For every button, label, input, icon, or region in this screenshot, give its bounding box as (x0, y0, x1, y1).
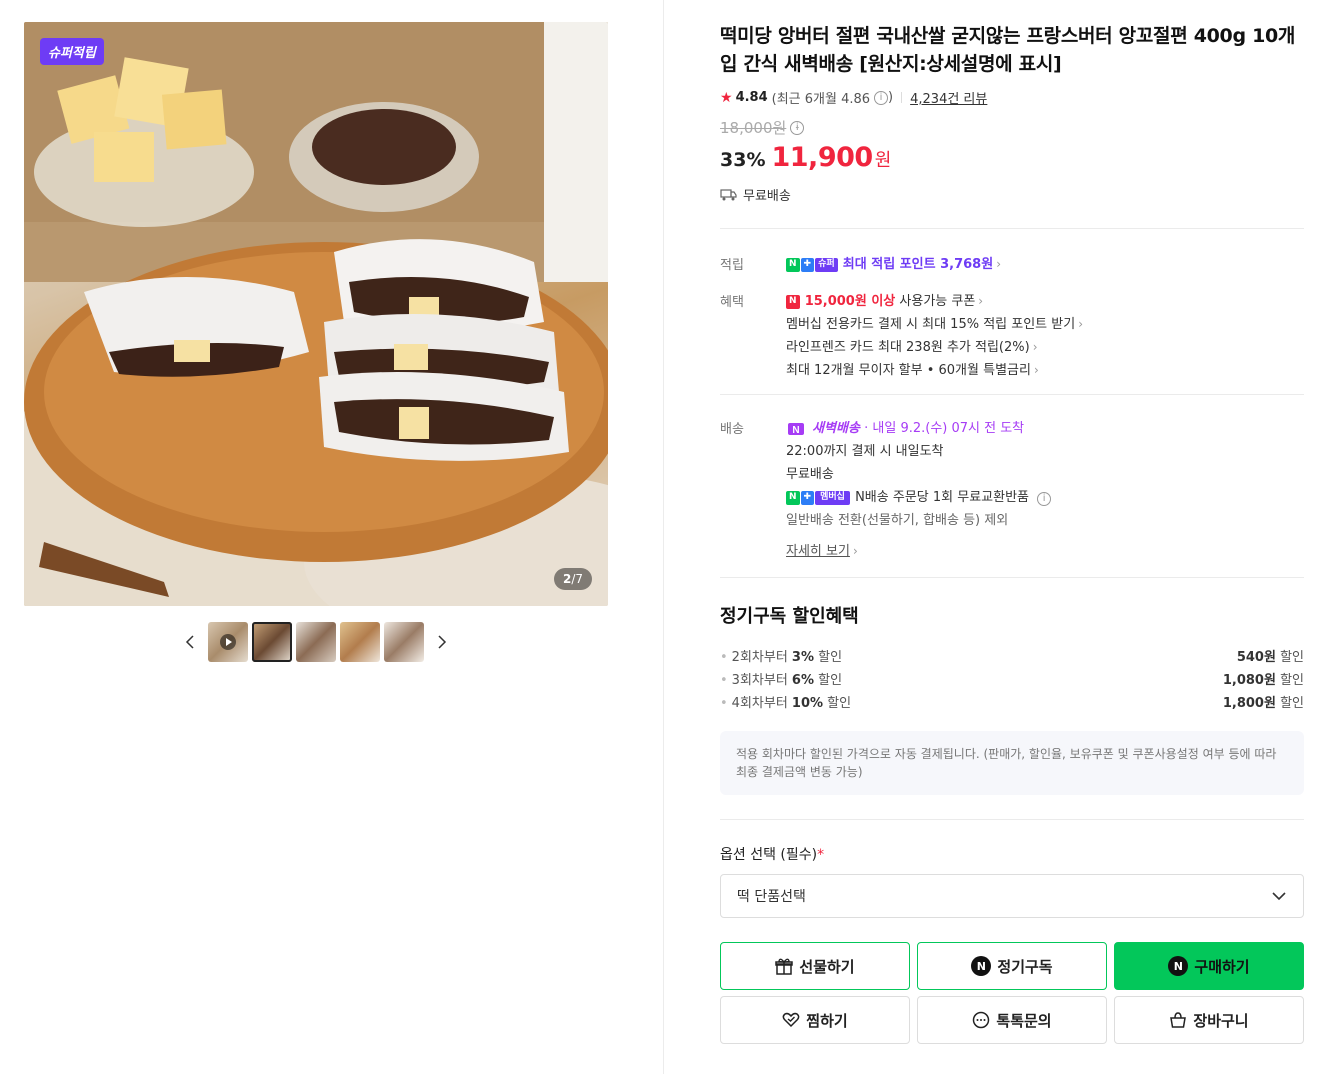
thumbnail-5[interactable] (384, 622, 424, 662)
chevron-left-icon (185, 635, 194, 649)
discount-rate: 33% (720, 149, 766, 171)
gift-icon (775, 958, 794, 975)
gift-button[interactable]: 선물하기 (720, 942, 910, 990)
delivery-fee: 무료배송 (786, 467, 834, 482)
plus-badge: ✚ (800, 257, 815, 272)
next-thumbnail-button[interactable] (428, 622, 456, 662)
max-points-link[interactable]: 최대 적립 포인트 3,768원 (843, 257, 993, 272)
see-more-link[interactable]: 자세히 보기 (786, 544, 850, 559)
option-select[interactable]: 떡 단품선택 (720, 874, 1304, 918)
original-price-row: 18,000원 i (720, 117, 1304, 138)
rating-row: ★ 4.84 (최근 6개월 4.86 i ) 4,234건 리뷰 (720, 88, 988, 108)
membership-return-row: N ✚ 멤버십 N배송 주문당 1회 무료교환반품 i (786, 486, 1304, 509)
product-title: 떡미당 앙버터 절편 국내산쌀 굳지않는 프랑스버터 앙꼬절편 400g 10개… (720, 25, 1296, 75)
recent-rating: (최근 6개월 4.86 (771, 92, 871, 107)
cart-button[interactable]: 장바구니 (1114, 996, 1304, 1044)
benefit-item-linefriends[interactable]: 라인프렌즈 카드 최대 238원 추가 적립(2%) › (786, 336, 1304, 359)
thumbnail-strip (24, 622, 608, 662)
chevron-right-icon: › (852, 544, 858, 558)
benefit-item-membership[interactable]: 멤버십 전용카드 결제 시 최대 15% 적립 포인트 받기 › (786, 313, 1304, 336)
plus-badge: ✚ (800, 490, 815, 505)
chevron-right-icon (438, 635, 447, 649)
delivery-section: 배송 N 새벽배송 · 내일 9.2.(수) 07시 전 도착 22:00까지 … (720, 417, 1304, 563)
naver-badge: N (786, 490, 800, 505)
price-info-icon[interactable]: i (790, 120, 805, 135)
info-icon[interactable]: i (1037, 491, 1052, 506)
subscription-item: • 4회차부터 10% 할인 1,800원 할인 (720, 696, 1304, 711)
shipping-row: 무료배송 (720, 185, 1304, 204)
membership-badge: 멤버십 (815, 490, 850, 505)
benefits-label: 혜택 (720, 295, 744, 310)
chevron-down-icon (1272, 892, 1286, 901)
chat-bubble-icon (973, 1011, 990, 1029)
delivery-exclusion: 일반배송 전환(선물하기, 합배송 등) 제외 (786, 513, 1009, 528)
thumbnail-2[interactable] (252, 622, 292, 662)
truck-icon (720, 188, 737, 200)
points-label: 적립 (720, 258, 744, 273)
action-buttons: 선물하기 N 정기구독 N 구매하기 찜하기 톡톡문의 장바구니 (720, 942, 1304, 1044)
rating-value: 4.84 (735, 90, 768, 105)
subscription-item: • 2회차부터 3% 할인 540원 할인 (720, 650, 1304, 665)
vertical-divider (663, 0, 664, 1074)
subscription-notice: 적용 회차마다 할인된 가격으로 자동 결제됩니다. (판매가, 할인율, 보유… (720, 731, 1304, 795)
image-counter: 2/7 (553, 568, 592, 590)
sale-price-row: 33% 11,900 원 (720, 142, 1304, 173)
currency: 원 (874, 150, 892, 171)
coupon-row[interactable]: N 15,000원 이상 사용가능 쿠폰 › (786, 290, 1304, 313)
benefit-item-installment[interactable]: 최대 12개월 무이자 할부 • 60개월 특별금리 › (786, 359, 1304, 382)
thumbnail-3[interactable] (296, 622, 336, 662)
star-icon: ★ (720, 89, 733, 106)
sale-price: 11,900 (771, 142, 873, 173)
original-price: 18,000원 (720, 119, 787, 137)
naver-badge: N (786, 257, 800, 272)
delivery-cutoff: 22:00까지 결제 시 내일도착 (786, 444, 944, 459)
option-select-value: 떡 단품선택 (737, 889, 806, 905)
heart-icon (782, 1012, 800, 1028)
main-product-image[interactable]: 슈퍼적립 2/7 (24, 22, 608, 606)
product-photo-illustration (24, 22, 608, 606)
delivery-label: 배송 (720, 422, 744, 437)
subscription-item: • 3회차부터 6% 할인 1,080원 할인 (720, 673, 1304, 688)
chevron-right-icon: › (1078, 317, 1084, 331)
super-points-badge: 슈퍼적립 (40, 38, 104, 65)
chevron-right-icon: › (1032, 340, 1038, 354)
shipping-text: 무료배송 (743, 189, 791, 204)
svg-text:N: N (792, 425, 799, 436)
chevron-right-icon: › (978, 294, 984, 308)
option-label: 옵션 선택 (필수)* (720, 847, 825, 863)
chevron-right-icon: › (1033, 363, 1039, 377)
product-info-panel: 떡미당 앙버터 절편 국내산쌀 굳지않는 프랑스버터 앙꼬절편 400g 10개… (720, 22, 1304, 1044)
dawn-delivery-label: 새벽배송 (812, 421, 860, 436)
subscribe-button[interactable]: N 정기구독 (917, 942, 1107, 990)
review-count-link[interactable]: 4,234건 리뷰 (910, 88, 987, 107)
info-icon[interactable]: i (874, 90, 889, 105)
thumbnail-1[interactable] (208, 622, 248, 662)
chevron-right-icon: › (996, 257, 1001, 271)
wish-button[interactable]: 찜하기 (720, 996, 910, 1044)
thumbnail-4[interactable] (340, 622, 380, 662)
arrival-date: · 내일 9.2.(수) 07시 전 도착 (864, 421, 1025, 436)
naver-icon: N (1168, 956, 1189, 976)
talk-inquiry-button[interactable]: 톡톡문의 (917, 996, 1107, 1044)
super-badge: 슈퍼 (815, 257, 838, 272)
play-icon (220, 634, 236, 650)
dawn-delivery-icon: N (788, 422, 804, 436)
benefits-section: 혜택 N 15,000원 이상 사용가능 쿠폰 › 멤버십 전용카드 결제 시 최… (720, 290, 1304, 382)
prev-thumbnail-button[interactable] (176, 622, 204, 662)
naver-badge: N (786, 294, 800, 309)
product-gallery: 슈퍼적립 2/7 (24, 22, 608, 662)
subscription-list: • 2회차부터 3% 할인 540원 할인 • 3회차부터 6% 할인 1,080원… (720, 646, 1304, 715)
buy-button[interactable]: N 구매하기 (1114, 942, 1304, 990)
naver-icon: N (971, 956, 992, 976)
points-section: 적립 N ✚ 슈퍼 최대 적립 포인트 3,768원 › (720, 253, 1304, 276)
shopping-bag-icon (1170, 1012, 1187, 1028)
subscription-title: 정기구독 할인혜택 (720, 606, 859, 627)
